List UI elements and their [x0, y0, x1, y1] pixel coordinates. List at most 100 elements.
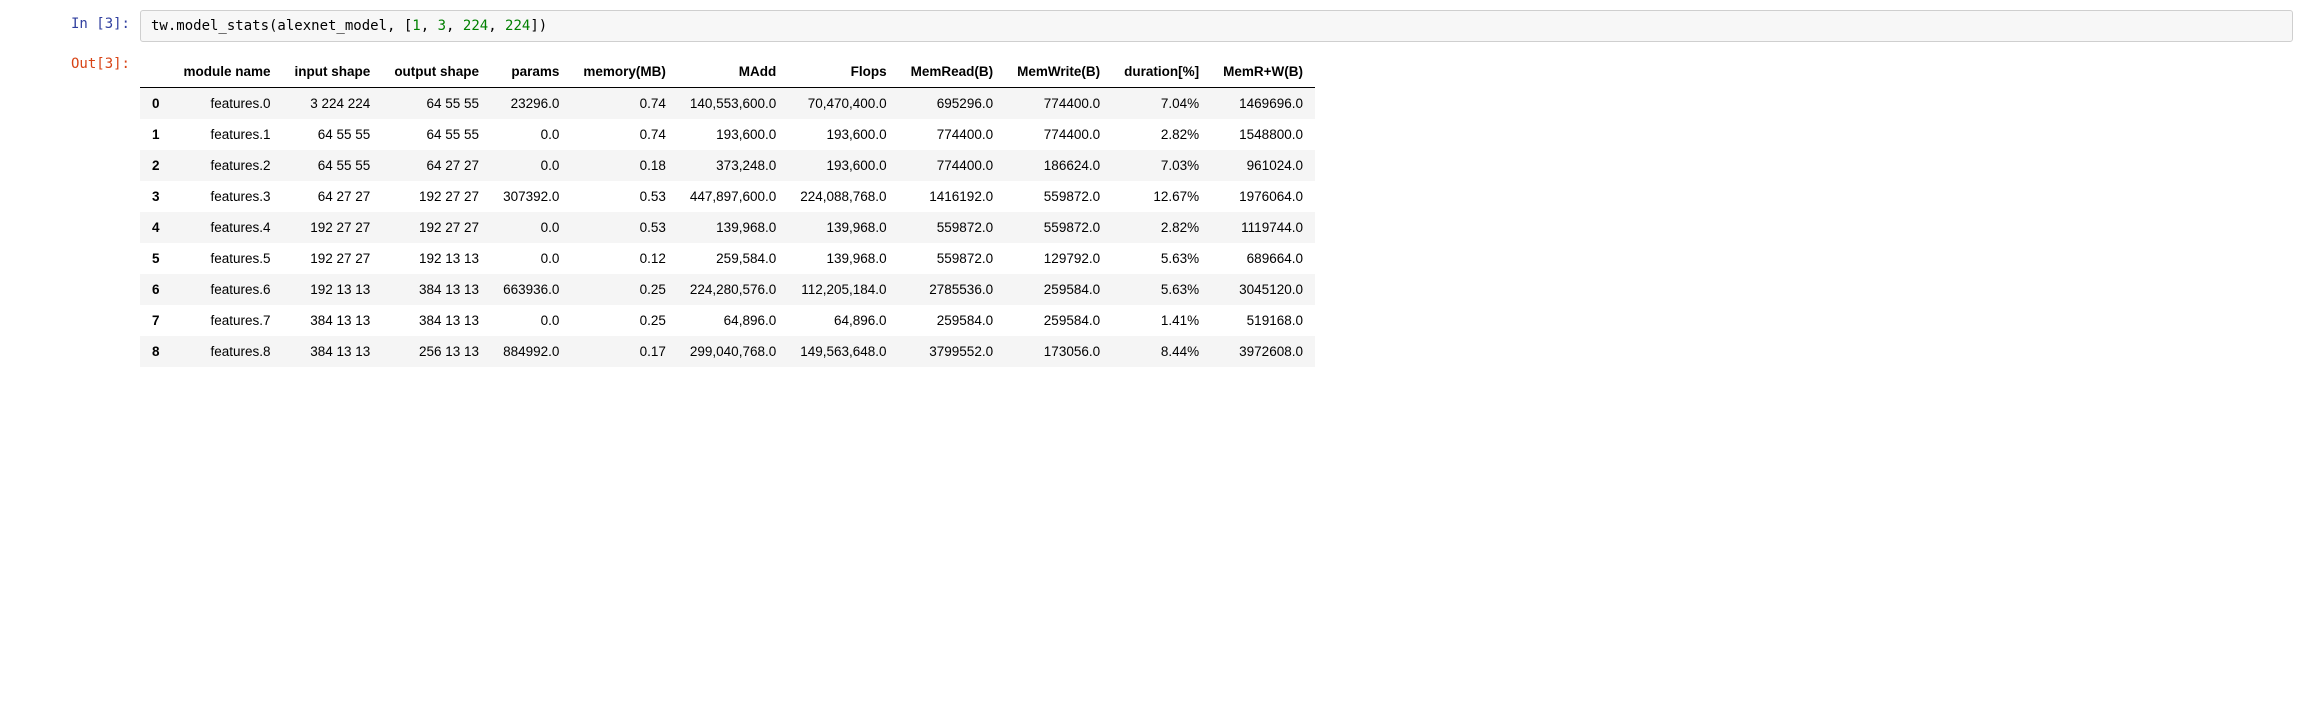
cell: 1976064.0 — [1211, 181, 1315, 212]
cell: 192 13 13 — [382, 243, 491, 274]
table-row: 0features.03 224 22464 55 5523296.00.741… — [140, 88, 1315, 120]
table-row: 8features.8384 13 13256 13 13884992.00.1… — [140, 336, 1315, 367]
cell: 192 27 27 — [382, 212, 491, 243]
cell: 186624.0 — [1005, 150, 1112, 181]
cell: 3799552.0 — [899, 336, 1006, 367]
cell: 112,205,184.0 — [788, 274, 898, 305]
output-area: module nameinput shapeoutput shapeparams… — [140, 50, 2293, 367]
cell: 139,968.0 — [788, 243, 898, 274]
cell: 384 13 13 — [382, 305, 491, 336]
cell: 139,968.0 — [788, 212, 898, 243]
cell: features.1 — [172, 119, 283, 150]
cell: 0.12 — [571, 243, 678, 274]
cell: 5.63% — [1112, 274, 1211, 305]
cell: 193,600.0 — [678, 119, 788, 150]
row-index: 6 — [140, 274, 172, 305]
code-token: , — [488, 18, 505, 34]
cell: 0.0 — [491, 150, 571, 181]
input-cell: In [3]: tw.model_stats(alexnet_model, [1… — [20, 10, 2293, 42]
cell: 0.18 — [571, 150, 678, 181]
cell: 64,896.0 — [788, 305, 898, 336]
code-input-area[interactable]: tw.model_stats(alexnet_model, [1, 3, 224… — [140, 10, 2293, 42]
column-header: duration[%] — [1112, 56, 1211, 88]
table-header: module nameinput shapeoutput shapeparams… — [140, 56, 1315, 88]
cell: features.5 — [172, 243, 283, 274]
cell: 70,470,400.0 — [788, 88, 898, 120]
cell: 3045120.0 — [1211, 274, 1315, 305]
cell: 384 13 13 — [382, 274, 491, 305]
cell: 12.67% — [1112, 181, 1211, 212]
cell: 224,280,576.0 — [678, 274, 788, 305]
cell: 259,584.0 — [678, 243, 788, 274]
table-row: 6features.6192 13 13384 13 13663936.00.2… — [140, 274, 1315, 305]
column-header: module name — [172, 56, 283, 88]
cell: 8.44% — [1112, 336, 1211, 367]
cell: 774400.0 — [899, 119, 1006, 150]
cell: 559872.0 — [899, 243, 1006, 274]
cell: 64 55 55 — [283, 119, 383, 150]
cell: 1548800.0 — [1211, 119, 1315, 150]
cell: 373,248.0 — [678, 150, 788, 181]
cell: 1119744.0 — [1211, 212, 1315, 243]
cell: 192 27 27 — [283, 243, 383, 274]
column-header: MAdd — [678, 56, 788, 88]
cell: 192 27 27 — [382, 181, 491, 212]
cell: 0.25 — [571, 305, 678, 336]
cell: 0.74 — [571, 119, 678, 150]
cell: 0.25 — [571, 274, 678, 305]
input-prompt: In [3]: — [20, 10, 140, 32]
cell: 1469696.0 — [1211, 88, 1315, 120]
cell: 140,553,600.0 — [678, 88, 788, 120]
cell: 307392.0 — [491, 181, 571, 212]
cell: 0.0 — [491, 212, 571, 243]
cell: 774400.0 — [1005, 88, 1112, 120]
cell: features.0 — [172, 88, 283, 120]
cell: 192 13 13 — [283, 274, 383, 305]
cell: 149,563,648.0 — [788, 336, 898, 367]
cell: 23296.0 — [491, 88, 571, 120]
cell: 1416192.0 — [899, 181, 1006, 212]
column-header: MemRead(B) — [899, 56, 1006, 88]
cell: 695296.0 — [899, 88, 1006, 120]
cell: 64 55 55 — [382, 88, 491, 120]
cell: 0.17 — [571, 336, 678, 367]
column-header: MemR+W(B) — [1211, 56, 1315, 88]
table-row: 4features.4192 27 27192 27 270.00.53139,… — [140, 212, 1315, 243]
cell: 256 13 13 — [382, 336, 491, 367]
cell: 192 27 27 — [283, 212, 383, 243]
cell: 129792.0 — [1005, 243, 1112, 274]
cell: 519168.0 — [1211, 305, 1315, 336]
cell: 663936.0 — [491, 274, 571, 305]
row-index: 5 — [140, 243, 172, 274]
table-row: 7features.7384 13 13384 13 130.00.2564,8… — [140, 305, 1315, 336]
table-row: 3features.364 27 27192 27 27307392.00.53… — [140, 181, 1315, 212]
cell: features.4 — [172, 212, 283, 243]
cell: 173056.0 — [1005, 336, 1112, 367]
table-row: 5features.5192 27 27192 13 130.00.12259,… — [140, 243, 1315, 274]
cell: 2785536.0 — [899, 274, 1006, 305]
cell: 774400.0 — [899, 150, 1006, 181]
cell: 0.53 — [571, 181, 678, 212]
cell: 1.41% — [1112, 305, 1211, 336]
cell: 0.0 — [491, 119, 571, 150]
cell: 224,088,768.0 — [788, 181, 898, 212]
column-header: params — [491, 56, 571, 88]
cell: 447,897,600.0 — [678, 181, 788, 212]
cell: 384 13 13 — [283, 336, 383, 367]
corner-cell — [140, 56, 172, 88]
cell: 7.03% — [1112, 150, 1211, 181]
cell: 774400.0 — [1005, 119, 1112, 150]
cell: 0.0 — [491, 305, 571, 336]
table-row: 2features.264 55 5564 27 270.00.18373,24… — [140, 150, 1315, 181]
code-token: tw.model_stats(alexnet_model, [ — [151, 18, 412, 34]
cell: features.7 — [172, 305, 283, 336]
cell: 3 224 224 — [283, 88, 383, 120]
cell: 259584.0 — [899, 305, 1006, 336]
dataframe-table: module nameinput shapeoutput shapeparams… — [140, 56, 1315, 367]
cell: features.2 — [172, 150, 283, 181]
cell: 64 27 27 — [382, 150, 491, 181]
cell: 559872.0 — [1005, 181, 1112, 212]
cell: 193,600.0 — [788, 150, 898, 181]
cell: features.8 — [172, 336, 283, 367]
cell: 0.0 — [491, 243, 571, 274]
